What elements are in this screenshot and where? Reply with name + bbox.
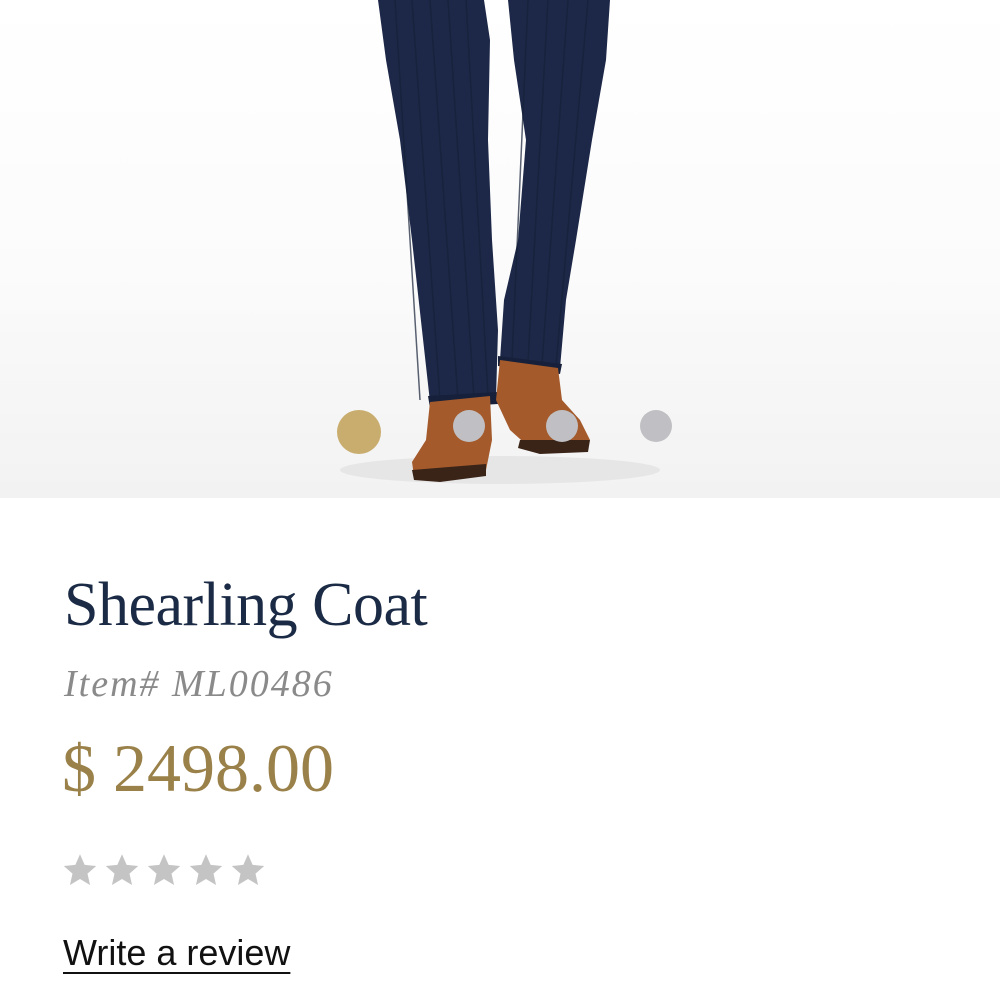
carousel-dot-3[interactable] [546,410,578,442]
carousel-dot-4[interactable] [640,410,672,442]
product-info: Shearling Coat Item# ML00486 $ 2498.00 W… [0,498,1000,1000]
carousel-dot-1[interactable] [337,410,381,454]
star-icon [189,854,223,885]
write-review-link[interactable]: Write a review [63,930,290,976]
product-photo [340,0,660,484]
star-icon [147,854,181,885]
rating-stars[interactable] [62,852,266,888]
star-icon [231,854,265,885]
item-number: Item# ML00486 [64,663,334,705]
product-title: Shearling Coat [64,571,428,639]
right-shoe [496,360,590,450]
product-price: $ 2498.00 [62,730,334,806]
carousel-dot-2[interactable] [453,410,485,442]
right-sole [518,440,590,454]
left-trouser-leg [378,0,498,402]
floor-shadow [340,456,660,484]
star-icon [105,854,139,885]
star-icon [63,854,97,885]
product-image-carousel[interactable] [0,0,1000,498]
